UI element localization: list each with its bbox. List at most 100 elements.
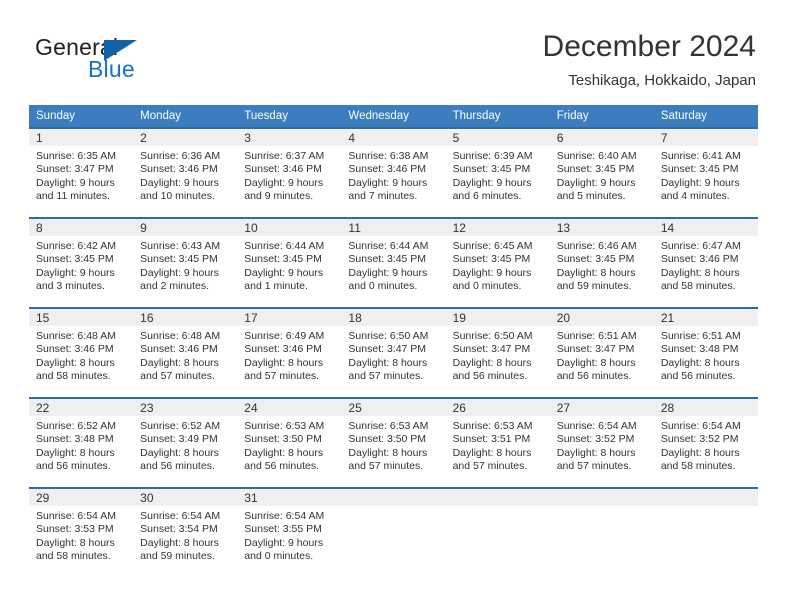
calendar-day-cell[interactable]: 2 Sunrise: 6:36 AM Sunset: 3:46 PM Daylight…	[133, 127, 238, 218]
calendar-day-cell[interactable]: 28 Sunrise: 6:54 AM Sunset: 3:52 PM Dayligh…	[653, 397, 758, 488]
calendar-day-cell[interactable]: 22 Sunrise: 6:52 AM Sunset: 3:48 PM Dayligh…	[29, 397, 134, 488]
daylight-text-line2: and 7 minutes.	[348, 189, 418, 202]
sunset-text: Sunset: 3:48 PM	[660, 343, 739, 356]
sunrise-text: Sunrise: 6:40 AM	[556, 150, 637, 162]
day-number: 2	[133, 129, 238, 146]
sunrise-text: Sunrise: 6:44 AM	[348, 240, 429, 252]
calendar-day-cell[interactable]: 31 Sunrise: 6:54 AM Sunset: 3:55 PM Dayligh…	[237, 487, 342, 577]
calendar-day-cell[interactable]: 25 Sunrise: 6:53 AM Sunset: 3:50 PM Dayligh…	[341, 397, 446, 488]
daylight-text-line1: Daylight: 8 hours	[36, 446, 115, 459]
calendar-day-cell[interactable]: 21 Sunrise: 6:51 AM Sunset: 3:48 PM Dayligh…	[653, 307, 758, 398]
weekday-header-tuesday: Tuesday	[237, 105, 342, 128]
calendar-day-cell[interactable]: 19 Sunrise: 6:50 AM Sunset: 3:47 PM Dayligh…	[445, 307, 550, 398]
day-details: Sunrise: 6:50 AM Sunset: 3:47 PM Daylight:…	[446, 326, 550, 383]
calendar-day-cell[interactable]: 6 Sunrise: 6:40 AM Sunset: 3:45 PM Daylight…	[549, 127, 654, 218]
daylight-text-line1: Daylight: 8 hours	[244, 356, 324, 369]
day-details	[341, 506, 445, 510]
day-details: Sunrise: 6:54 AM Sunset: 3:52 PM Daylight:…	[550, 416, 654, 473]
day-details: Sunrise: 6:52 AM Sunset: 3:49 PM Daylight:…	[133, 416, 237, 473]
sunrise-text: Sunrise: 6:53 AM	[244, 420, 325, 432]
daylight-text-line1: Daylight: 8 hours	[348, 356, 428, 369]
calendar-day-cell[interactable]: 12 Sunrise: 6:45 AM Sunset: 3:45 PM Dayligh…	[445, 217, 550, 308]
day-number: 5	[445, 129, 550, 146]
daylight-text-line1: Daylight: 9 hours	[36, 176, 115, 189]
weekday-header-sunday: Sunday	[29, 105, 134, 128]
day-details: Sunrise: 6:53 AM Sunset: 3:50 PM Daylight:…	[237, 416, 341, 473]
day-number: 12	[445, 219, 550, 236]
sunrise-sunset-calendar: Sunday Monday Tuesday Wednesday Thursday…	[29, 105, 758, 577]
sunset-text: Sunset: 3:47 PM	[36, 163, 114, 176]
title-block: December 2024 Teshikaga, Hokkaido, Japan	[543, 28, 756, 92]
calendar-day-cell[interactable]: 26 Sunrise: 6:53 AM Sunset: 3:51 PM Dayligh…	[445, 397, 550, 488]
calendar-day-cell[interactable]: 4 Sunrise: 6:38 AM Sunset: 3:46 PM Daylight…	[341, 127, 446, 218]
calendar-day-cell[interactable]: 9 Sunrise: 6:43 AM Sunset: 3:45 PM Daylight…	[133, 217, 238, 308]
sunset-text: Sunset: 3:50 PM	[348, 433, 427, 446]
daylight-text-line2: and 56 minutes.	[244, 459, 319, 472]
daylight-text-line1: Daylight: 9 hours	[556, 176, 636, 189]
sunset-text: Sunset: 3:55 PM	[244, 523, 322, 536]
calendar-day-cell[interactable]: 10 Sunrise: 6:44 AM Sunset: 3:45 PM Dayligh…	[237, 217, 342, 308]
day-number: 26	[445, 399, 550, 416]
daylight-text-line1: Daylight: 9 hours	[244, 536, 324, 549]
daylight-text-line2: and 57 minutes.	[244, 369, 319, 382]
weekday-header-saturday: Saturday	[653, 105, 758, 128]
sunrise-text: Sunrise: 6:53 AM	[452, 420, 533, 432]
daylight-text-line1: Daylight: 8 hours	[660, 446, 740, 459]
sunset-text: Sunset: 3:46 PM	[348, 163, 427, 176]
day-details: Sunrise: 6:36 AM Sunset: 3:46 PM Daylight:…	[133, 146, 237, 203]
page-subtitle: Teshikaga, Hokkaido, Japan	[568, 72, 756, 89]
daylight-text-line1: Daylight: 8 hours	[452, 356, 532, 369]
calendar-day-cell[interactable]: 5 Sunrise: 6:39 AM Sunset: 3:45 PM Daylight…	[445, 127, 550, 218]
day-details	[550, 506, 654, 510]
calendar-day-cell[interactable]: 27 Sunrise: 6:54 AM Sunset: 3:52 PM Dayligh…	[549, 397, 654, 488]
daylight-text-line2: and 57 minutes.	[556, 459, 632, 472]
day-number: 28	[653, 399, 758, 416]
calendar-week-row: 22 Sunrise: 6:52 AM Sunset: 3:48 PM Dayligh…	[29, 397, 758, 488]
calendar-day-cell[interactable]: 11 Sunrise: 6:44 AM Sunset: 3:45 PM Dayligh…	[341, 217, 446, 308]
daylight-text-line2: and 56 minutes.	[140, 459, 215, 472]
calendar-day-cell[interactable]: 18 Sunrise: 6:50 AM Sunset: 3:47 PM Dayligh…	[341, 307, 446, 398]
day-number: 24	[237, 399, 342, 416]
day-number: 22	[29, 399, 134, 416]
day-details: Sunrise: 6:49 AM Sunset: 3:46 PM Daylight:…	[237, 326, 341, 383]
daylight-text-line1: Daylight: 9 hours	[244, 176, 324, 189]
sunset-text: Sunset: 3:46 PM	[36, 343, 114, 356]
daylight-text-line2: and 56 minutes.	[556, 369, 632, 382]
calendar-day-cell[interactable]: 14 Sunrise: 6:47 AM Sunset: 3:46 PM Dayligh…	[653, 217, 758, 308]
daylight-text-line1: Daylight: 9 hours	[348, 266, 428, 279]
sunrise-text: Sunrise: 6:54 AM	[556, 420, 637, 432]
calendar-day-cell[interactable]: 3 Sunrise: 6:37 AM Sunset: 3:46 PM Daylight…	[237, 127, 342, 218]
general-blue-logo[interactable]: General Blue	[35, 34, 235, 90]
page-title: December 2024	[542, 30, 756, 63]
day-number: 13	[549, 219, 654, 236]
calendar-day-cell[interactable]: 16 Sunrise: 6:48 AM Sunset: 3:46 PM Dayligh…	[133, 307, 238, 398]
sunset-text: Sunset: 3:52 PM	[556, 433, 635, 446]
calendar-day-cell[interactable]: 24 Sunrise: 6:53 AM Sunset: 3:50 PM Dayligh…	[237, 397, 342, 488]
day-number: 29	[29, 489, 134, 506]
daylight-text-line2: and 56 minutes.	[36, 459, 111, 472]
calendar-day-cell-empty	[549, 487, 654, 577]
calendar-day-cell[interactable]: 13 Sunrise: 6:46 AM Sunset: 3:45 PM Dayligh…	[549, 217, 654, 308]
sunset-text: Sunset: 3:53 PM	[36, 523, 114, 536]
calendar-day-cell[interactable]: 29 Sunrise: 6:54 AM Sunset: 3:53 PM Dayligh…	[29, 487, 134, 577]
daylight-text-line2: and 2 minutes.	[140, 279, 210, 292]
daylight-text-line1: Daylight: 8 hours	[140, 536, 219, 549]
day-details: Sunrise: 6:54 AM Sunset: 3:55 PM Daylight:…	[237, 506, 341, 563]
sunrise-text: Sunrise: 6:48 AM	[36, 330, 116, 342]
day-number: 8	[29, 219, 134, 236]
calendar-day-cell[interactable]: 1 Sunrise: 6:35 AM Sunset: 3:47 PM Daylight…	[29, 127, 134, 218]
calendar-day-cell[interactable]: 17 Sunrise: 6:49 AM Sunset: 3:46 PM Dayligh…	[237, 307, 342, 398]
sunset-text: Sunset: 3:50 PM	[244, 433, 322, 446]
calendar-day-cell[interactable]: 8 Sunrise: 6:42 AM Sunset: 3:45 PM Daylight…	[29, 217, 134, 308]
calendar-day-cell[interactable]: 30 Sunrise: 6:54 AM Sunset: 3:54 PM Dayligh…	[133, 487, 238, 577]
day-number: 21	[653, 309, 758, 326]
day-details: Sunrise: 6:47 AM Sunset: 3:46 PM Daylight:…	[654, 236, 758, 293]
day-number	[549, 489, 654, 506]
daylight-text-line2: and 58 minutes.	[660, 459, 736, 472]
daylight-text-line2: and 58 minutes.	[36, 369, 111, 382]
calendar-day-cell[interactable]: 20 Sunrise: 6:51 AM Sunset: 3:47 PM Dayligh…	[549, 307, 654, 398]
sunset-text: Sunset: 3:45 PM	[244, 253, 322, 266]
calendar-day-cell[interactable]: 23 Sunrise: 6:52 AM Sunset: 3:49 PM Dayligh…	[133, 397, 238, 488]
calendar-day-cell[interactable]: 7 Sunrise: 6:41 AM Sunset: 3:45 PM Daylight…	[653, 127, 758, 218]
calendar-day-cell[interactable]: 15 Sunrise: 6:48 AM Sunset: 3:46 PM Dayligh…	[29, 307, 134, 398]
